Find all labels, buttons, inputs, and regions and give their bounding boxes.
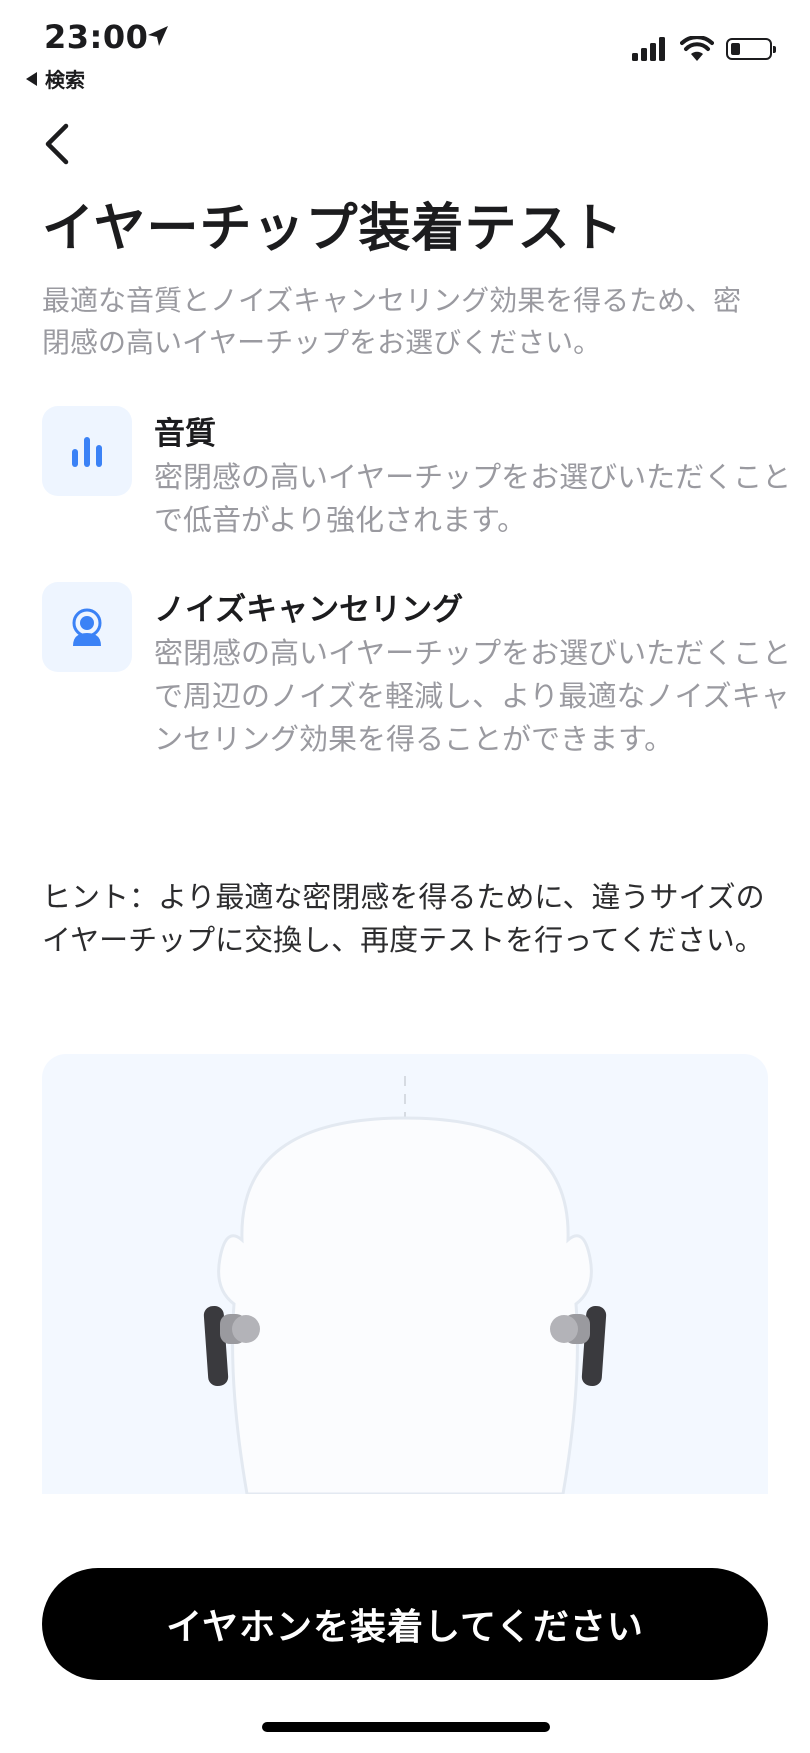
feature-title: 音質: [154, 416, 216, 452]
feature-description: 密閉感の高いイヤーチップをお選びいただくことで低音がより強化されます。: [154, 460, 792, 537]
home-indicator: [262, 1722, 550, 1732]
feature-noise-cancelling: ノイズキャンセリング 密閉感の高いイヤーチップをお選びいただくことで周辺のノイズ…: [42, 582, 791, 802]
back-triangle-icon: [26, 71, 37, 86]
earbuds-head-illustration: [42, 1054, 768, 1494]
signal-icon: [632, 37, 665, 61]
battery-level-fill: [731, 43, 740, 55]
wifi-icon: [680, 36, 714, 61]
location-arrow-icon: [148, 26, 168, 46]
status-bar: 23:00 検索: [0, 0, 810, 93]
hint-text: ヒント：より最適な密閉感を得るために、違うサイズのイヤーチップに交換し、再度テス…: [42, 880, 765, 957]
page-subtitle: 最適な音質とノイズキャンセリング効果を得るため、密閉感の高いイヤーチップをお選び…: [42, 284, 742, 359]
battery-icon: [726, 38, 776, 60]
back-to-search-link[interactable]: 検索: [26, 64, 85, 93]
feature-title: ノイズキャンセリング: [154, 592, 464, 628]
page-title: イヤーチップ装着テスト: [42, 199, 624, 259]
feature-sound-quality: 音質 密閉感の高いイヤーチップをお選びいただくことで低音がより強化されます。: [42, 406, 791, 537]
wear-earbuds-button[interactable]: イヤホンを装着してください: [42, 1568, 768, 1680]
back-app-label: 検索: [45, 68, 85, 92]
status-time: 23:00: [44, 18, 149, 56]
system-icons: [632, 36, 776, 62]
feature-description: 密閉感の高いイヤーチップをお選びいただくことで周辺のノイズを軽減し、より最適なノ…: [154, 636, 792, 756]
chevron-left-icon[interactable]: [38, 116, 78, 172]
person-noise-cancel-icon: [42, 582, 132, 672]
equalizer-bars-icon: [42, 406, 132, 496]
